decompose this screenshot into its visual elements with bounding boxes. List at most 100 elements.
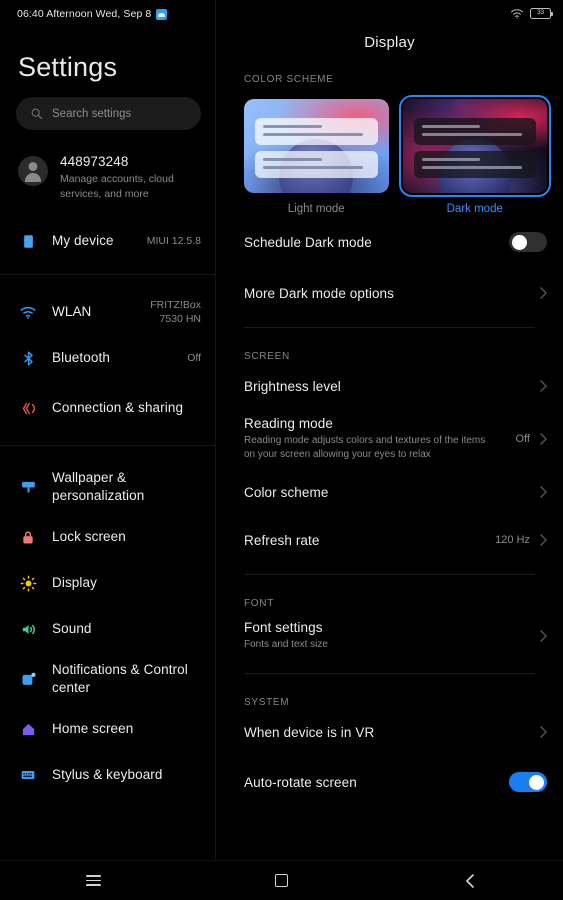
preview-line [421, 166, 522, 169]
row-title: More Dark mode options [244, 285, 395, 301]
auto-rotate-toggle[interactable] [509, 772, 547, 792]
status-bar-clock: 06:40 Afternoon Wed, Sep 8 [17, 8, 152, 20]
account-text: 448973248 Manage accounts, cloud service… [60, 152, 201, 202]
settings-content: COLOR SCHEME Light mode Dark mode Schedu… [216, 51, 563, 808]
chevron-right-icon [540, 380, 547, 392]
row-font-settings[interactable]: Font settings Fonts and text size [216, 609, 563, 663]
chevron-right-icon [540, 287, 547, 299]
preview-bar [255, 118, 378, 145]
home-screen-icon [18, 719, 38, 739]
sidebar-item-my-device[interactable]: My device MIUI 12.5.8 [0, 218, 215, 264]
sidebar-item-value: FRITZ!Box 7530 HN [150, 299, 201, 325]
sidebar-item-label: Lock screen [52, 529, 126, 544]
account-row[interactable]: 448973248 Manage accounts, cloud service… [0, 130, 215, 202]
device-icon [18, 231, 38, 251]
light-mode-label: Light mode [287, 203, 345, 215]
page-title: Settings [18, 52, 118, 82]
chevron-right-icon [540, 534, 547, 546]
row-labels: Font settings Fonts and text size [244, 620, 530, 652]
sidebar-item-label: Home screen [52, 721, 134, 736]
section-label-font: FONT [244, 598, 275, 609]
row-labels: More Dark mode options [244, 286, 530, 301]
search-input[interactable]: Search settings [16, 97, 201, 130]
sidebar-divider-2 [0, 445, 215, 446]
sidebar-item-wlan[interactable]: WLAN FRITZ!Box 7530 HN [0, 289, 215, 335]
back-chevron-icon[interactable] [439, 864, 499, 898]
sidebar-item-stylus-keyboard[interactable]: Stylus & keyboard [0, 752, 215, 798]
row-reading-mode[interactable]: Reading mode Reading mode adjusts colors… [216, 410, 563, 468]
preview-line [421, 158, 481, 161]
row-refresh-rate[interactable]: Refresh rate 120 Hz [216, 516, 563, 564]
row-title: Auto-rotate screen [244, 774, 357, 790]
account-name: 448973248 [60, 154, 129, 169]
row-labels: Color scheme [244, 485, 530, 500]
light-mode-preview[interactable] [244, 99, 389, 193]
row-auto-rotate-screen[interactable]: Auto-rotate screen [216, 756, 563, 808]
sidebar-item-notifications[interactable]: Notifications & Control center [0, 652, 215, 706]
sidebar-item-display[interactable]: Display [0, 560, 215, 606]
battery-level: 33 [537, 9, 544, 17]
avatar-person-icon [18, 156, 48, 186]
connection-sharing-icon [18, 398, 38, 418]
sidebar-item-wallpaper[interactable]: Wallpaper & personalization [0, 460, 215, 514]
sound-speaker-icon [18, 619, 38, 639]
sidebar-item-bluetooth[interactable]: Bluetooth Off [0, 335, 215, 381]
back-chevron [465, 873, 474, 888]
sidebar-item-label: Display [52, 575, 97, 590]
preview-bar [255, 151, 378, 178]
menu-recents-icon[interactable] [64, 864, 124, 898]
schedule-dark-mode-toggle[interactable] [509, 232, 547, 252]
search-wrapper: Search settings [0, 83, 215, 130]
color-scheme-option-dark[interactable]: Dark mode [398, 95, 551, 215]
row-labels: Refresh rate [244, 533, 485, 548]
preview-line [263, 133, 364, 136]
sidebar-item-sound[interactable]: Sound [0, 606, 215, 652]
row-color-scheme[interactable]: Color scheme [216, 468, 563, 516]
row-schedule-dark-mode[interactable]: Schedule Dark mode [216, 215, 563, 269]
row-title: When device is in VR [244, 724, 375, 740]
chevron-right-icon [540, 726, 547, 738]
dark-mode-preview[interactable] [398, 95, 551, 197]
preview-line [263, 166, 364, 169]
stylus-keyboard-icon [18, 765, 38, 785]
wifi-icon [18, 302, 38, 322]
sidebar-item-lock-screen[interactable]: Lock screen [0, 514, 215, 560]
home-square-icon[interactable] [251, 864, 311, 898]
toggle-knob [512, 234, 527, 250]
sidebar-group-personalization: Wallpaper & personalization Lock screen [0, 460, 215, 798]
display-sun-icon [18, 573, 38, 593]
preview-line [421, 125, 481, 128]
row-labels: Schedule Dark mode [244, 235, 499, 250]
row-brightness-level[interactable]: Brightness level [216, 362, 563, 410]
section-label-screen: SCREEN [244, 351, 290, 362]
preview-line [263, 125, 322, 128]
chevron-right-icon [540, 486, 547, 498]
sidebar-item-label: Bluetooth [52, 350, 110, 365]
toggle-knob [529, 774, 544, 790]
row-title: Reading mode [244, 416, 334, 431]
row-labels: Reading mode Reading mode adjusts colors… [244, 416, 506, 462]
color-scheme-option-light[interactable]: Light mode [244, 99, 389, 215]
sidebar-item-label: WLAN [52, 304, 92, 319]
status-bar-left: 06:40 Afternoon Wed, Sep 8 [0, 0, 215, 22]
preview-line [263, 158, 322, 161]
account-subtitle: Manage accounts, cloud services, and mor… [60, 173, 174, 200]
row-title: Refresh rate [244, 532, 320, 548]
row-when-device-in-vr[interactable]: When device is in VR [216, 708, 563, 756]
row-more-dark-mode-options[interactable]: More Dark mode options [216, 269, 563, 317]
sidebar-item-label: Connection & sharing [52, 400, 184, 415]
row-labels: Brightness level [244, 379, 530, 394]
dark-mode-label: Dark mode [446, 203, 503, 215]
battery-icon: 33 [530, 8, 553, 19]
lock-icon [18, 527, 38, 547]
sidebar-item-label: Stylus & keyboard [52, 767, 163, 782]
preview-bar [413, 118, 536, 145]
row-title: Color scheme [244, 484, 329, 500]
sidebar-item-home-screen[interactable]: Home screen [0, 706, 215, 752]
sidebar-item-connection-sharing[interactable]: Connection & sharing [0, 381, 215, 435]
color-scheme-cards: Light mode Dark mode [216, 85, 563, 215]
wallpaper-icon [18, 477, 38, 497]
wifi-icon [510, 9, 524, 19]
row-description: Fonts and text size [244, 639, 328, 650]
row-description: Reading mode adjusts colors and textures… [244, 435, 486, 460]
